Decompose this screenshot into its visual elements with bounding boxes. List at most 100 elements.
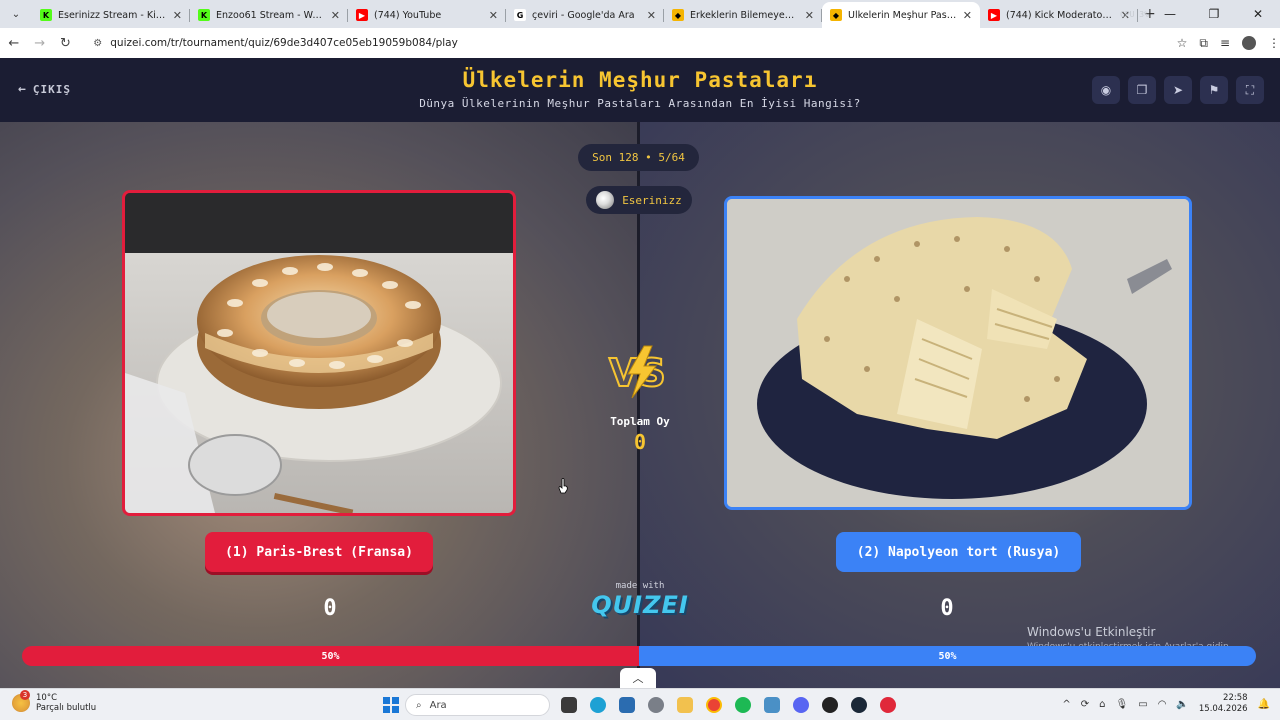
tab-title: (744) YouTube: [374, 9, 442, 21]
tab-list: K Eserinizz Stream - Kick Dashboard ✕ K Enzo…: [32, 2, 1138, 28]
clock-date: 15.04.2026: [1198, 704, 1248, 714]
task-view-icon[interactable]: [561, 697, 577, 713]
microphone-icon[interactable]: 🎙: [1116, 699, 1129, 710]
search-icon: ⌕: [416, 699, 422, 711]
tab-favicon-icon: K: [40, 9, 52, 21]
minimize-icon[interactable]: —: [1148, 7, 1192, 21]
chevron-up-tray-icon[interactable]: ^: [1062, 699, 1070, 710]
clock[interactable]: 22:58 15.04.2026: [1199, 693, 1248, 715]
flag-icon[interactable]: ⚑: [1200, 76, 1228, 104]
store-icon[interactable]: [619, 697, 635, 713]
activation-watermark-title: Windows'u Etkinleştir: [1027, 625, 1156, 639]
edge-icon[interactable]: [590, 697, 606, 713]
made-with-label: made with: [615, 581, 665, 591]
wifi-icon[interactable]: ◠: [1158, 699, 1167, 710]
system-tray: ^ ⟳ ⌂ 🎙 ▭ ◠ 🔈 22:58 15.04.2026 🔔: [1062, 693, 1270, 715]
total-votes-label: Toplam Oy: [610, 415, 670, 428]
browser-tab-strip: ⌄ K Eserinizz Stream - Kick Dashboard ✕ K En…: [0, 0, 1280, 28]
cpu-overlay: CPU 3%: [1120, 10, 1149, 19]
quiz-header: ← ÇIKIŞ Ülkelerin Meşhur Pastaları Dünya…: [0, 58, 1280, 122]
url-text: quizei.com/tr/tournament/quiz/69de3d407c…: [110, 37, 458, 49]
reload-icon[interactable]: ↻: [54, 36, 78, 51]
tab-favicon-icon: ◆: [830, 9, 842, 21]
user-badge: Eserinizz: [586, 186, 692, 214]
chrome-icon[interactable]: [706, 697, 722, 713]
browser-tab[interactable]: ▶(744) Kick Moderator Verme N✕: [980, 2, 1138, 28]
tab-favicon-icon: G: [514, 9, 526, 21]
restore-icon[interactable]: ❐: [1192, 7, 1236, 21]
vote-percentage-bar: 50% 50%: [22, 646, 1256, 666]
settings-gear-icon[interactable]: [648, 697, 664, 713]
quiz-page: ← ÇIKIŞ Ülkelerin Meşhur Pastaları Dünya…: [0, 58, 1280, 688]
vote-left-button[interactable]: (1) Paris-Brest (Fransa): [205, 532, 433, 572]
notifications-icon[interactable]: 🔔: [1258, 699, 1270, 710]
option-right-image[interactable]: [724, 196, 1192, 510]
weather-temp: 10°C: [36, 693, 58, 703]
reading-list-icon[interactable]: ≡: [1220, 36, 1230, 51]
browser-menu-icon[interactable]: ⋮: [1268, 36, 1280, 51]
ea-app-icon[interactable]: [880, 697, 896, 713]
steam-icon[interactable]: [851, 697, 867, 713]
file-explorer-icon[interactable]: [677, 697, 693, 713]
browser-tab[interactable]: Gçeviri - Google'da Ara ✕: [506, 2, 664, 28]
right-percentage-fill: 50%: [639, 646, 1256, 666]
window-controls: — ❐ ✕: [1148, 0, 1280, 28]
tab-close-icon[interactable]: ✕: [647, 9, 656, 22]
copy-icon[interactable]: ❐: [1128, 76, 1156, 104]
tab-close-icon[interactable]: ✕: [489, 9, 498, 22]
bookmark-star-icon[interactable]: ☆: [1177, 36, 1188, 51]
tab-favicon-icon: ◆: [672, 9, 684, 21]
close-window-icon[interactable]: ✕: [1236, 7, 1280, 21]
browser-tab[interactable]: K Enzoo61 Stream - Watch Live ✕: [190, 2, 348, 28]
tab-close-icon[interactable]: ✕: [331, 9, 340, 22]
back-icon[interactable]: ←: [2, 36, 26, 51]
browser-tab[interactable]: ◆ Erkeklerin Bilemeyeceği Şeyler ✕: [664, 2, 822, 28]
taskbar-search-placeholder: Ara: [429, 699, 447, 711]
profile-avatar[interactable]: [1242, 35, 1257, 50]
chevron-up-icon[interactable]: ︿: [620, 668, 656, 688]
spotify-icon[interactable]: [735, 697, 751, 713]
left-score: 0: [323, 596, 337, 621]
quiz-subtitle: Dünya Ülkelerinin Meşhur Pastaları Arası…: [419, 97, 861, 110]
fullscreen-icon[interactable]: ⛶: [1236, 76, 1264, 104]
app-gear-icon[interactable]: [764, 697, 780, 713]
option-left-image[interactable]: [122, 190, 516, 516]
sync-icon[interactable]: ⟳: [1081, 699, 1089, 710]
taskbar-search[interactable]: ⌕ Ara: [405, 694, 550, 716]
notification-badge: 3: [20, 690, 30, 700]
browser-tab[interactable]: K Eserinizz Stream - Kick Dashboard ✕: [32, 2, 190, 28]
right-score: 0: [940, 596, 954, 621]
network-icon[interactable]: ⌂: [1099, 699, 1105, 710]
forward-icon[interactable]: →: [28, 36, 52, 51]
eye-icon[interactable]: ◉: [1092, 76, 1120, 104]
share-send-icon[interactable]: ➤: [1164, 76, 1192, 104]
extensions-icon[interactable]: ⧉: [1199, 36, 1208, 51]
tab-favicon-icon: K: [198, 9, 210, 21]
vote-right-button[interactable]: (2) Napolyeon tort (Rusya): [836, 532, 1081, 572]
left-percentage-fill: 50%: [22, 646, 639, 666]
mouse-cursor-icon: [558, 478, 568, 494]
browser-tab[interactable]: ▶ (744) YouTube ✕: [348, 2, 506, 28]
weather-icon: 3: [12, 690, 30, 712]
tab-close-icon[interactable]: ✕: [963, 9, 972, 22]
discord-icon[interactable]: [793, 697, 809, 713]
quizei-logo[interactable]: QUIZEI: [580, 591, 700, 619]
tab-close-icon[interactable]: ✕: [173, 9, 182, 22]
tab-title: Erkeklerin Bilemeyeceği Şeyler: [690, 9, 799, 21]
windows-start-icon[interactable]: [383, 697, 399, 713]
browser-tab[interactable]: ◆ Ülkelerin Meşhur Pastaları - Tie ✕: [822, 2, 980, 28]
paris-brest-photo: [125, 193, 513, 513]
tab-search-icon[interactable]: ⌄: [4, 2, 28, 26]
site-info-icon[interactable]: ⚙: [93, 38, 102, 49]
weather-widget[interactable]: 3 10°C Parçalı bulutlu: [12, 690, 96, 713]
tab-favicon-icon: ▶: [356, 9, 368, 21]
tab-close-icon[interactable]: ✕: [805, 9, 814, 22]
url-field[interactable]: ⚙ quizei.com/tr/tournament/quiz/69de3d40…: [85, 31, 1164, 55]
tab-title: çeviri - Google'da Ara: [532, 9, 635, 21]
vs-bolt-icon: VS: [608, 345, 667, 399]
tab-title: Enzoo61 Stream - Watch Live: [216, 9, 325, 21]
volume-icon[interactable]: 🔈: [1176, 699, 1188, 710]
battery-icon[interactable]: ▭: [1138, 699, 1147, 710]
tab-title: Eserinizz Stream - Kick Dashboard: [58, 9, 167, 21]
obs-icon[interactable]: [822, 697, 838, 713]
